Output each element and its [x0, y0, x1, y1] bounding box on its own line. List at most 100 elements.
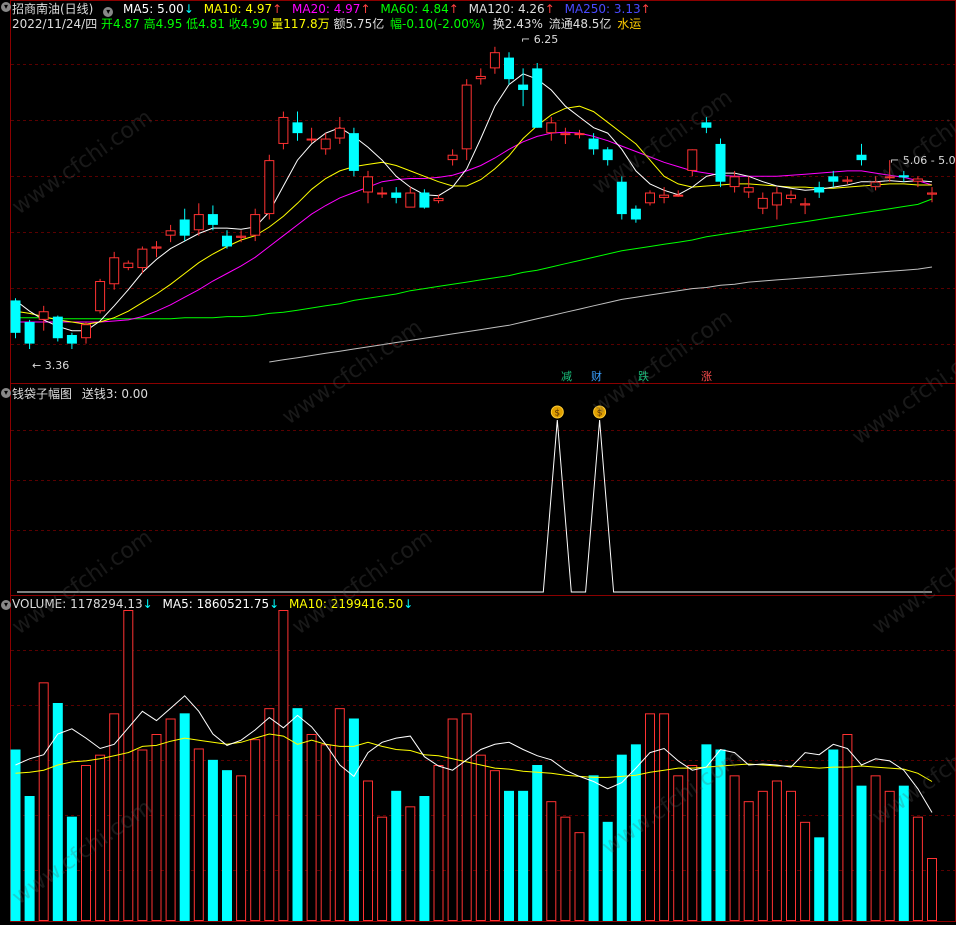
candle-body-31: [447, 154, 458, 161]
volume-bar-14: [207, 759, 218, 921]
volume-bar-44: [630, 744, 641, 921]
volume-bar-27: [391, 790, 402, 921]
volume-bar-47: [673, 775, 684, 921]
candle-body-50: [715, 143, 726, 182]
indicator-pane-border: [10, 383, 956, 596]
turnover-label: 换2.43%: [492, 17, 543, 31]
candle-body-62: [884, 176, 895, 179]
close-label: 收4.90: [228, 17, 268, 31]
candle-body-65: [927, 192, 937, 195]
ma120-arrow-icon: ↑: [544, 2, 555, 16]
volume-bar-33: [475, 754, 486, 922]
candle-body-1: [24, 322, 35, 344]
price-pane-border: [10, 0, 956, 384]
candle-body-40: [574, 133, 585, 136]
candle-body-55: [786, 194, 796, 199]
candle-body-37: [532, 68, 543, 128]
ma120-label: MA120: 4.26: [468, 2, 545, 16]
chart-svg: $ $: [10, 0, 956, 922]
candle-body-47: [673, 194, 684, 197]
volume-bar-46: [659, 713, 670, 921]
volume-bar-38: [546, 801, 557, 922]
candle-body-32: [461, 84, 472, 150]
candle-body-0: [10, 300, 21, 333]
volume-bar-23: [334, 708, 345, 922]
volume-bar-22: [320, 744, 331, 921]
volume-bar-42: [602, 821, 613, 921]
signal-die: 跌: [637, 368, 650, 384]
volume-bar-19: [278, 610, 289, 921]
volume-bar-5: [81, 765, 91, 921]
candle-body-19: [278, 116, 289, 144]
signal-jian: 减: [560, 368, 573, 384]
open-label: 开4.87: [101, 17, 140, 31]
volume-bar-1: [24, 796, 35, 921]
candle-body-30: [433, 197, 444, 202]
ma60-arrow-icon: ↑: [448, 2, 459, 16]
volume-bar-32: [461, 713, 472, 921]
candle-body-4: [66, 334, 77, 344]
volume-header: VOLUME: 1178294.13↓ MA5: 1860521.75↓ MA1…: [12, 597, 419, 611]
volume-bar-13: [193, 748, 204, 922]
candle-body-60: [856, 154, 867, 161]
volume-bar-20: [292, 708, 303, 921]
candle-body-17: [250, 214, 261, 236]
volume-bar-24: [348, 718, 359, 921]
candle-body-46: [659, 194, 670, 198]
volume-bar-10: [151, 734, 162, 921]
low-price-value: 3.36: [44, 359, 70, 372]
volume-bar-52: [743, 801, 754, 922]
volume-bar-25: [363, 780, 373, 921]
low-price-label: ← 3.36: [32, 359, 70, 372]
ma5-label: MA5: 5.00: [123, 2, 184, 16]
volume-bar-18: [264, 708, 275, 922]
indicator-line: [17, 419, 932, 593]
volume-bar-30: [433, 765, 444, 921]
price-pane-toggle-icon[interactable]: ▾: [1, 2, 11, 12]
ma10-arrow-icon: ↑: [272, 2, 283, 16]
candle-body-9: [137, 248, 148, 269]
candle-body-27: [391, 192, 402, 198]
volume-ma5-arrow-icon: ↓: [269, 597, 280, 611]
candle-body-57: [814, 187, 825, 193]
candle-body-6: [95, 281, 106, 312]
money-bag-symbol-0: $: [554, 409, 560, 419]
candle-body-2: [38, 311, 49, 320]
candle-body-59: [842, 179, 853, 182]
signal-jian-text: 减: [561, 370, 572, 383]
candle-body-18: [264, 160, 275, 215]
candle-body-54: [771, 192, 782, 206]
volume-bar-15: [222, 770, 232, 921]
volume-bar-39: [560, 816, 571, 922]
signal-zhang: 涨: [700, 368, 713, 384]
candle-body-3: [52, 316, 63, 339]
candle-body-16: [236, 235, 247, 238]
ma20-arrow-icon: ↑: [360, 2, 371, 16]
volume-bar-35: [504, 790, 514, 921]
volume-pane-toggle-icon[interactable]: ▾: [1, 600, 11, 610]
volume-bar-31: [447, 718, 458, 921]
candle-body-49: [701, 122, 712, 128]
volume-arrow-icon: ↓: [142, 597, 153, 611]
indicator-pane-toggle-icon[interactable]: ▾: [1, 388, 11, 398]
candle-body-44: [630, 208, 641, 220]
range-label: ⌐ 5.06 - 5.05: [890, 154, 956, 167]
change-label: 幅-0.10(-2.00%): [390, 17, 485, 31]
candle-body-21: [306, 138, 317, 141]
volume-bar-55: [786, 790, 796, 921]
indicator-title: 钱袋子幅图: [12, 387, 73, 401]
candle-body-64: [912, 178, 923, 182]
candle-body-7: [109, 257, 120, 285]
ma10-line: [15, 105, 932, 325]
float-label: 流通48.5亿: [548, 17, 612, 31]
volume-bar-64: [912, 816, 923, 922]
chart-stage: $ $ ▾ 招商南油(日线) ▾ MA5: 5.00↓ MA10: 4.97↑ M…: [0, 0, 956, 922]
candle-body-56: [800, 203, 811, 206]
candle-body-28: [405, 192, 416, 208]
ma5-arrow-icon: ↓: [183, 2, 194, 16]
candle-body-23: [334, 127, 345, 139]
amount-label: 额5.75亿: [333, 17, 385, 31]
price-header-row2: 2022/11/24/四 开4.87 高4.95 低4.81 收4.90 量11…: [12, 15, 647, 32]
candle-body-41: [588, 138, 599, 150]
candle-body-14: [207, 214, 218, 225]
